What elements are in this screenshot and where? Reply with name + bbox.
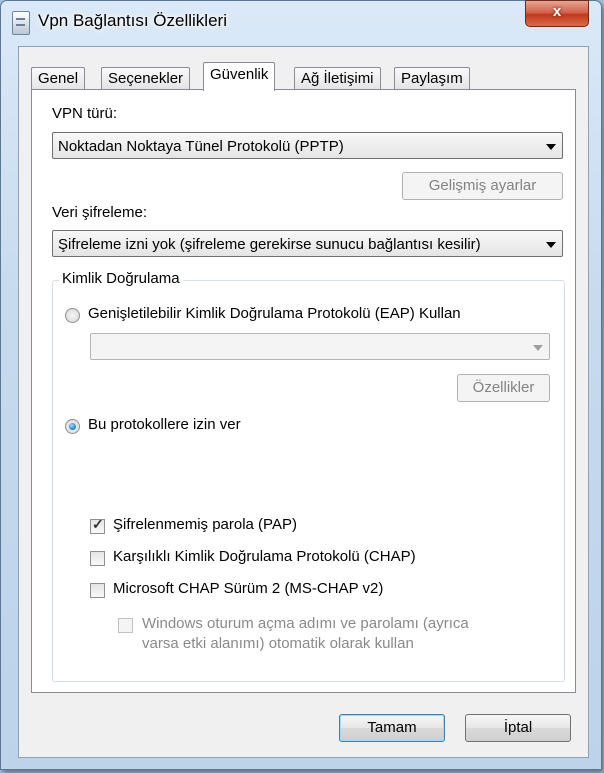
dialog-client-area: Genel Seçenekler Güvenlik Ağ İletişimi P… bbox=[18, 46, 589, 758]
allow-protocols-radio[interactable] bbox=[65, 419, 80, 434]
vpn-type-dropdown[interactable]: Noktadan Noktaya Tünel Protokolü (PPTP) bbox=[52, 132, 563, 159]
window-frame: Vpn Bağlantısı Özellikleri x Genel Seçen… bbox=[0, 0, 602, 770]
chap-checkbox-label[interactable]: Karşılıklı Kimlik Doğrulama Protokolü (C… bbox=[113, 548, 416, 565]
windows-logon-checkbox[interactable] bbox=[118, 618, 133, 633]
properties-button[interactable]: Özellikler bbox=[457, 374, 550, 402]
chevron-down-icon bbox=[546, 242, 556, 248]
pap-checkbox[interactable] bbox=[90, 516, 105, 534]
mschap-checkbox[interactable] bbox=[90, 583, 105, 598]
tab-options[interactable]: Seçenekler bbox=[101, 67, 191, 90]
advanced-settings-button[interactable]: Gelişmiş ayarlar bbox=[402, 172, 563, 200]
window-title: Vpn Bağlantısı Özellikleri bbox=[38, 11, 227, 30]
close-button[interactable]: x bbox=[525, 0, 589, 27]
window-bottom-border bbox=[1, 758, 601, 769]
tab-general[interactable]: Genel bbox=[31, 67, 86, 90]
authentication-group-title: Kimlik Doğrulama bbox=[59, 270, 183, 287]
vpn-type-label: VPN türü: bbox=[52, 105, 118, 122]
security-tab-panel: VPN türü: Noktadan Noktaya Tünel Protoko… bbox=[31, 89, 576, 693]
cancel-button[interactable]: İptal bbox=[465, 714, 571, 742]
mschap-checkbox-label[interactable]: Microsoft CHAP Sürüm 2 (MS-CHAP v2) bbox=[113, 580, 383, 597]
allow-protocols-radio-label[interactable]: Bu protokollere izin ver bbox=[88, 416, 241, 433]
tab-networking[interactable]: Ağ İletişimi bbox=[294, 67, 381, 90]
chap-checkbox[interactable] bbox=[90, 551, 105, 566]
title-bar[interactable]: Vpn Bağlantısı Özellikleri x bbox=[1, 0, 601, 45]
ok-button[interactable]: Tamam bbox=[339, 714, 445, 742]
tab-security[interactable]: Güvenlik bbox=[203, 62, 276, 91]
chevron-down-icon bbox=[546, 144, 556, 150]
data-encryption-value: Şifreleme izni yok (şifreleme gerekirse … bbox=[58, 236, 481, 253]
eap-radio[interactable] bbox=[65, 308, 80, 323]
eap-radio-label[interactable]: Genişletilebilir Kimlik Doğrulama Protok… bbox=[88, 305, 461, 322]
vpn-type-value: Noktadan Noktaya Tünel Protokolü (PPTP) bbox=[58, 138, 344, 155]
pap-checkbox-label[interactable]: Şifrelenmemiş parola (PAP) bbox=[113, 516, 297, 533]
tab-sharing[interactable]: Paylaşım bbox=[394, 67, 470, 90]
eap-method-dropdown[interactable] bbox=[90, 333, 550, 360]
data-encryption-label: Veri şifreleme: bbox=[52, 204, 148, 221]
windows-logon-label-line1: Windows oturum açma adımı ve parolamı (a… bbox=[142, 615, 469, 632]
data-encryption-dropdown[interactable]: Şifreleme izni yok (şifreleme gerekirse … bbox=[52, 230, 563, 257]
document-icon bbox=[12, 11, 30, 35]
chevron-down-icon bbox=[533, 345, 543, 351]
windows-logon-label-line2: varsa etki alanımı) otomatik olarak kull… bbox=[142, 635, 414, 652]
